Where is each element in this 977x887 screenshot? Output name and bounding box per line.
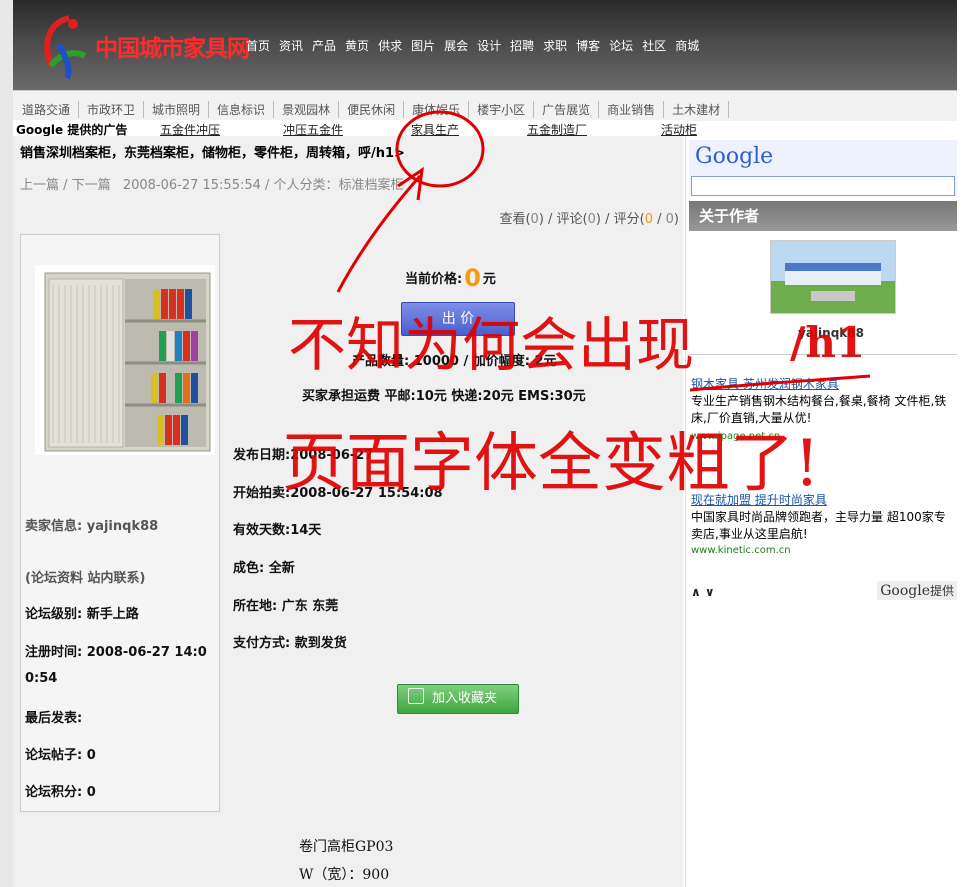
category-item[interactable]: 市政环卫 xyxy=(79,101,145,118)
seller-register-time-cont: 0:54 xyxy=(25,671,58,686)
google-search-box: Google xyxy=(689,140,957,196)
post-stats: 查看(0) / 评论(0) / 评分(0 / 0) xyxy=(499,208,679,227)
google-search-input[interactable] xyxy=(691,176,955,196)
author-avatar[interactable] xyxy=(770,240,896,314)
shipping-info: 买家承担运费 平邮:10元 快递:20元 EMS:30元 xyxy=(302,389,586,404)
favorite-icon xyxy=(408,688,424,704)
nav-item-design[interactable]: 设计 xyxy=(477,37,501,54)
seller-forum-links[interactable]: (论坛资料 站内联系) xyxy=(25,567,145,586)
browser-frame-left xyxy=(0,0,14,887)
ad-description: 中国家具时尚品牌领跑者，主导力量 超100家专卖店,事业从这里启航! xyxy=(691,510,946,541)
nav-item-expo[interactable]: 展会 xyxy=(444,37,468,54)
score-end: ) xyxy=(673,212,679,227)
score-label[interactable]: ) / 评分( xyxy=(596,212,645,227)
google-logo-text: Google xyxy=(695,144,774,169)
main-nav: 首页 资讯 产品 黄页 供求 图片 展会 设计 招聘 求职 博客 论坛 社区 商… xyxy=(246,37,699,54)
nav-item-forum[interactable]: 论坛 xyxy=(609,37,633,54)
nav-item-home[interactable]: 首页 xyxy=(246,37,270,54)
annotation-tag: /h1 xyxy=(790,318,866,367)
seller-points: 论坛积分: 0 xyxy=(25,785,96,800)
annotation-line-1: 不知为何会出现 xyxy=(288,311,695,379)
product-size: W（宽）：900 xyxy=(299,867,390,883)
browser-frame-right xyxy=(959,0,977,887)
ad-url[interactable]: www.kinetic.com.cn xyxy=(691,545,791,556)
score-value: 0 xyxy=(644,212,653,227)
nav-item-community[interactable]: 社区 xyxy=(642,37,666,54)
ads-by-google[interactable]: Google提供 xyxy=(877,581,957,600)
nav-item-hiring[interactable]: 招聘 xyxy=(510,37,534,54)
category-bar: 道路交通 市政环卫 城市照明 信息标识 景观园林 便民休闲 康体娱乐 楼宇小区 … xyxy=(13,90,957,121)
product-name: 卷门高柜GP03 xyxy=(299,839,394,855)
nav-item-news[interactable]: 资讯 xyxy=(279,37,303,54)
about-author-heading: 关于作者 xyxy=(689,201,957,231)
view-count: 0 xyxy=(530,212,539,227)
seller-register-time: 注册时间: 2008-06-27 14:0 xyxy=(25,645,207,660)
category-item[interactable]: 信息标识 xyxy=(209,101,275,118)
payment-method: 支付方式: 款到发货 xyxy=(233,636,347,651)
ads-google-text: Google xyxy=(880,583,930,599)
category-item[interactable]: 商业销售 xyxy=(599,101,665,118)
post-title: 销售深圳档案柜，东莞档案柜，储物柜，零件柜，周转箱，呼/h1> xyxy=(20,146,405,161)
google-logo: Google xyxy=(695,144,773,169)
comment-count: 0 xyxy=(587,212,596,227)
annotation-line-2: 页面字体全变粗了! xyxy=(282,427,820,501)
right-sidebar: Google 关于作者 yajinqk88 钢木家具 苏州发润钢木家具 专业生产… xyxy=(685,136,958,887)
nav-item-supply[interactable]: 供求 xyxy=(378,37,402,54)
seller-level: 论坛级别: 新手上路 xyxy=(25,607,139,622)
category-item[interactable]: 道路交通 xyxy=(13,101,80,118)
seller-posts: 论坛帖子: 0 xyxy=(25,748,96,763)
price-unit: 元 xyxy=(482,272,496,287)
nav-item-yellowpages[interactable]: 黄页 xyxy=(345,37,369,54)
nav-item-mall[interactable]: 商城 xyxy=(675,37,699,54)
nav-item-jobs[interactable]: 求职 xyxy=(543,37,567,54)
item-location: 所在地: 广东 东莞 xyxy=(233,599,339,614)
post-date-category: 2008-06-27 15:55:54 / 个人分类：标准档案柜 xyxy=(122,178,404,193)
price-value: 0 xyxy=(464,264,481,292)
score-sep: / xyxy=(652,212,666,227)
nav-item-products[interactable]: 产品 xyxy=(312,37,336,54)
score-count: 0 xyxy=(665,212,674,227)
category-item[interactable]: 广告展览 xyxy=(534,101,600,118)
item-condition: 成色: 全新 xyxy=(233,561,295,576)
nav-item-blog[interactable]: 博客 xyxy=(576,37,600,54)
ad-nav-arrows[interactable]: ∧ ∨ xyxy=(691,585,715,599)
add-favorite-label: 加入收藏夹 xyxy=(432,691,498,706)
comment-label[interactable]: ) / 评论( xyxy=(539,212,588,227)
price-row: 当前价格:0 元 xyxy=(405,264,496,292)
logo-icon xyxy=(44,15,87,80)
nav-item-images[interactable]: 图片 xyxy=(411,37,435,54)
product-image[interactable] xyxy=(35,265,215,455)
ads-google-suffix: 提供 xyxy=(929,584,954,598)
seller-last-post: 最后发表: xyxy=(25,711,83,726)
category-item[interactable]: 景观园林 xyxy=(274,101,340,118)
seller-info-box: 卖家信息: yajinqk88 (论坛资料 站内联系) 论坛级别: 新手上路 注… xyxy=(20,234,220,812)
ad-title[interactable]: 钢木家具 苏州发润钢木家具 xyxy=(691,375,839,392)
category-item[interactable]: 康体娱乐 xyxy=(404,101,470,118)
category-item[interactable]: 楼宇小区 xyxy=(469,101,535,118)
site-logo-text[interactable]: 中国城市家具网 xyxy=(95,29,250,63)
valid-days: 有效天数:14天 xyxy=(233,523,322,538)
price-label: 当前价格: xyxy=(405,272,463,287)
category-item[interactable]: 便民休闲 xyxy=(339,101,405,118)
view-label[interactable]: 查看( xyxy=(499,212,530,227)
post-main: 销售深圳档案柜，东莞档案柜，储物柜，零件柜，周转箱，呼/h1> 上一篇 / 下一… xyxy=(13,136,683,887)
site-header: 中国城市家具网 首页 资讯 产品 黄页 供求 图片 展会 设计 招聘 求职 博客… xyxy=(13,0,957,90)
post-meta: 上一篇 / 下一篇 2008-06-27 15:55:54 / 个人分类：标准档… xyxy=(20,174,404,193)
add-favorite-button[interactable]: 加入收藏夹 xyxy=(397,684,519,714)
prev-post-link[interactable]: 上一篇 xyxy=(20,178,59,193)
seller-info: 卖家信息: yajinqk88 xyxy=(25,519,159,534)
category-item[interactable]: 土木建材 xyxy=(664,101,730,118)
next-post-link[interactable]: / 下一篇 xyxy=(63,178,111,193)
google-ad-bar: Google 提供的广告 五金件冲压 冲压五金件 家具生产 五金制造厂 活动柜 xyxy=(13,120,697,137)
category-item[interactable]: 城市照明 xyxy=(144,101,210,118)
